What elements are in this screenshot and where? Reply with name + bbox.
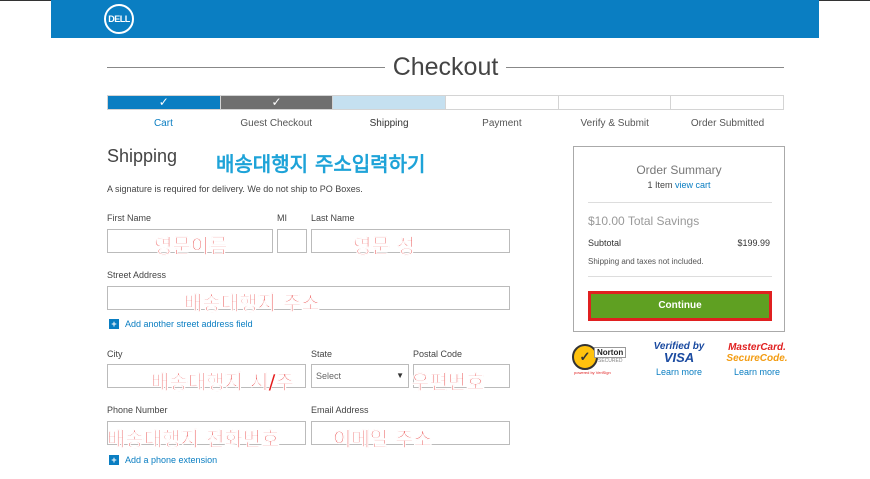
progress-segment-verify — [558, 96, 672, 109]
norton-name: Norton — [594, 347, 627, 358]
annotation-email: 이메일 주소 — [333, 427, 432, 452]
progress-segment-cart: ✓ — [108, 96, 221, 109]
add-phone-extension-link[interactable]: + Add a phone extension — [109, 455, 217, 465]
dell-logo[interactable]: DELL — [104, 4, 134, 34]
step-shipping: Shipping — [369, 118, 409, 129]
step-guest-checkout[interactable]: Guest Checkout — [220, 118, 333, 129]
annotation-first-name: 영문이름 — [154, 234, 228, 259]
page-title: Checkout — [392, 52, 499, 81]
plus-icon: + — [109, 319, 119, 329]
state-select-value: Select — [316, 371, 342, 381]
annotation-heading: 배송대행지 주소입력하기 — [216, 152, 426, 176]
email-address-label: Email Address — [311, 405, 369, 415]
mastercard-learn-more-link[interactable]: Learn more — [726, 367, 788, 377]
order-summary-panel: Order Summary 1 Item view cart $10.00 To… — [573, 146, 785, 332]
mi-label: MI — [277, 213, 287, 223]
plus-icon: + — [109, 455, 119, 465]
subtotal-value: $199.99 — [737, 238, 770, 248]
norton-secured: SECURED — [598, 358, 623, 364]
subtotal-label: Subtotal — [588, 238, 622, 248]
mi-input[interactable] — [277, 229, 307, 253]
phone-number-label: Phone Number — [107, 405, 168, 415]
progress-segment-shipping — [333, 96, 447, 109]
item-count: 1 Item — [647, 180, 673, 190]
shipping-note: A signature is required for delivery. We… — [107, 184, 363, 194]
checkout-progress-bar: ✓ ✓ — [107, 95, 784, 110]
visa-line2: VISA — [663, 350, 695, 365]
mastercard-line1: MasterCard. — [728, 342, 786, 353]
norton-powered: powered by VeriSign — [574, 370, 611, 375]
visa-learn-more-link[interactable]: Learn more — [650, 367, 708, 377]
first-name-label: First Name — [107, 213, 152, 223]
checkout-steps: Cart Guest Checkout Shipping Payment Ver… — [107, 118, 784, 129]
progress-segment-payment — [446, 96, 559, 109]
step-verify-submit: Verify & Submit — [580, 118, 649, 129]
order-summary-items: 1 Item view cart — [574, 180, 784, 190]
header-bar: DELL — [51, 0, 819, 38]
add-phone-label: Add a phone extension — [125, 455, 218, 465]
mastercard-line2: SecureCode. — [726, 353, 788, 364]
annotation-postal: 우편번호 — [411, 370, 485, 395]
street-address-label: Street Address — [107, 270, 167, 280]
progress-segment-guest: ✓ — [220, 96, 334, 109]
title-rule-right — [506, 66, 784, 68]
annotation-phone: 배송대행지 전화번호 — [107, 427, 280, 452]
step-cart[interactable]: Cart — [107, 118, 220, 129]
annotation-street: 배송대행지 주소 — [184, 291, 320, 316]
top-frame-line-right — [819, 0, 870, 1]
total-savings: $10.00 Total Savings — [588, 214, 700, 228]
summary-divider — [588, 276, 772, 277]
tax-note: Shipping and taxes not included. — [588, 257, 704, 266]
annotation-city-state: 배송대행지 시/주 — [151, 370, 295, 395]
state-label: State — [311, 349, 333, 359]
title-rule-left — [107, 66, 385, 68]
summary-divider — [588, 202, 772, 203]
postal-code-label: Postal Code — [413, 349, 463, 359]
step-payment: Payment — [482, 118, 522, 129]
page-title-row: Checkout — [107, 52, 784, 82]
view-cart-link[interactable]: view cart — [675, 180, 711, 190]
mastercard-securecode-badge: MasterCard. SecureCode. Learn more — [726, 342, 788, 378]
chevron-down-icon: ▼ — [396, 371, 404, 380]
last-name-label: Last Name — [311, 213, 355, 223]
continue-button[interactable]: Continue — [588, 291, 772, 321]
add-street-label: Add another street address field — [125, 319, 253, 329]
shipping-heading: Shipping — [107, 146, 178, 166]
top-frame-line-left — [0, 0, 51, 1]
norton-badge[interactable]: ✓ Norton SECURED powered by VeriSign — [572, 344, 632, 375]
step-order-submitted: Order Submitted — [690, 118, 765, 129]
state-select[interactable]: Select ▼ — [311, 364, 409, 388]
city-label: City — [107, 349, 123, 359]
annotation-last-name: 영문 성 — [353, 234, 416, 259]
progress-segment-submitted — [671, 96, 784, 109]
add-street-link[interactable]: + Add another street address field — [109, 319, 253, 329]
verified-by-visa-badge: Verified by VISA Learn more — [650, 341, 708, 377]
order-summary-title: Order Summary — [636, 163, 722, 177]
